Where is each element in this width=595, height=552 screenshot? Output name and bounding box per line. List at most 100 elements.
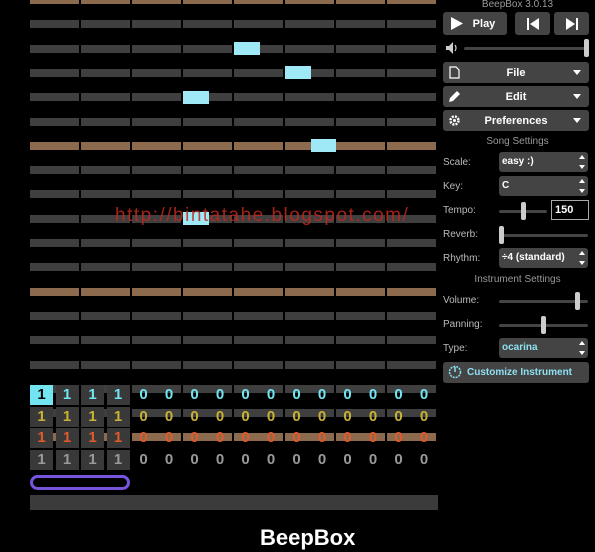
- bar-cell[interactable]: [234, 263, 283, 272]
- pattern-cell[interactable]: 0: [336, 428, 359, 448]
- horizontal-scrollbar[interactable]: [30, 495, 438, 510]
- bar-cell[interactable]: [387, 311, 436, 320]
- note-block[interactable]: [310, 139, 336, 153]
- customize-instrument-button[interactable]: Customize Instrument: [443, 362, 589, 383]
- bar-cell[interactable]: [30, 20, 79, 29]
- bar-cell[interactable]: [285, 263, 334, 272]
- bar-cell[interactable]: [132, 166, 181, 175]
- pattern-cell[interactable]: 0: [209, 407, 232, 427]
- bar-cell[interactable]: [234, 190, 283, 199]
- bar-cell[interactable]: [81, 20, 130, 29]
- pattern-cell[interactable]: 0: [234, 428, 257, 448]
- bar-cell[interactable]: [387, 263, 436, 272]
- note-block[interactable]: [183, 90, 209, 104]
- bar-cell[interactable]: [336, 360, 385, 369]
- bar-cell[interactable]: [81, 360, 130, 369]
- pattern-cell[interactable]: 0: [413, 407, 436, 427]
- bar-cell[interactable]: [336, 311, 385, 320]
- pattern-cell[interactable]: 1: [55, 449, 79, 470]
- bar-cell[interactable]: [81, 336, 130, 345]
- bar-cell[interactable]: [234, 287, 283, 296]
- bar-cell[interactable]: [81, 68, 130, 77]
- pattern-cell[interactable]: 1: [30, 449, 53, 470]
- bar-cell[interactable]: [285, 360, 334, 369]
- bar-cell[interactable]: [336, 239, 385, 247]
- pattern-cell[interactable]: 1: [81, 406, 104, 427]
- rhythm-select[interactable]: ÷4 (standard): [499, 248, 588, 268]
- pattern-cell[interactable]: 0: [362, 428, 385, 448]
- pitch-row[interactable]: [30, 68, 438, 77]
- pattern-cell[interactable]: 0: [234, 450, 257, 470]
- pattern-cell[interactable]: 0: [311, 385, 334, 405]
- bar-cell[interactable]: [234, 68, 283, 77]
- pattern-cell[interactable]: 1: [81, 428, 104, 448]
- master-volume-thumb[interactable]: [584, 39, 589, 57]
- pattern-cell[interactable]: 0: [387, 450, 410, 470]
- bar-cell[interactable]: [81, 287, 130, 296]
- bar-cell[interactable]: [132, 190, 181, 199]
- master-volume-slider[interactable]: [464, 47, 589, 50]
- bar-cell[interactable]: [285, 20, 334, 29]
- instrument-type-select[interactable]: ocarina: [499, 338, 588, 358]
- next-bar-button[interactable]: [554, 12, 589, 35]
- tempo-input[interactable]: 150: [551, 200, 589, 220]
- bar-cell[interactable]: [234, 311, 283, 320]
- pattern-cell[interactable]: 1: [30, 385, 53, 405]
- pattern-cell[interactable]: 0: [311, 450, 334, 470]
- bar-cell[interactable]: [234, 360, 283, 369]
- pattern-cell[interactable]: 1: [55, 385, 79, 405]
- file-menu[interactable]: File: [443, 62, 589, 83]
- bar-cell[interactable]: [336, 263, 385, 272]
- pattern-cell[interactable]: 0: [387, 407, 410, 427]
- bar-cell[interactable]: [387, 44, 436, 53]
- bar-cell[interactable]: [183, 117, 232, 126]
- pattern-cell[interactable]: 0: [285, 385, 308, 405]
- pattern-cell[interactable]: 0: [413, 450, 436, 470]
- tempo-thumb[interactable]: [520, 202, 526, 220]
- bar-cell[interactable]: [132, 117, 181, 126]
- bar-cell[interactable]: [183, 68, 232, 77]
- pattern-cell[interactable]: 0: [209, 428, 232, 448]
- reverb-slider[interactable]: [499, 234, 588, 237]
- key-select[interactable]: C: [499, 176, 588, 196]
- bar-cell[interactable]: [30, 239, 79, 247]
- bar-cell[interactable]: [387, 0, 436, 4]
- bar-cell[interactable]: [387, 141, 436, 150]
- pattern-cell[interactable]: 0: [183, 385, 206, 405]
- bar-cell[interactable]: [183, 166, 232, 175]
- bar-cell[interactable]: [285, 93, 334, 102]
- bar-cell[interactable]: [285, 117, 334, 126]
- bar-cell[interactable]: [81, 44, 130, 53]
- bar-cell[interactable]: [132, 44, 181, 53]
- pitch-row[interactable]: [30, 263, 438, 272]
- bar-cell[interactable]: [285, 0, 334, 4]
- bar-cell[interactable]: [387, 20, 436, 29]
- bar-cell[interactable]: [81, 190, 130, 199]
- pattern-cell[interactable]: 1: [55, 428, 79, 448]
- bar-cell[interactable]: [387, 287, 436, 296]
- pattern-cell[interactable]: 0: [413, 385, 436, 405]
- bar-cell[interactable]: [234, 239, 283, 247]
- pattern-cell[interactable]: 0: [260, 407, 283, 427]
- bar-cell[interactable]: [30, 336, 79, 345]
- bar-cell[interactable]: [30, 263, 79, 272]
- pattern-cell[interactable]: 1: [30, 428, 53, 448]
- pattern-cell[interactable]: 1: [106, 428, 130, 448]
- pitch-row[interactable]: [30, 0, 438, 4]
- bar-cell[interactable]: [387, 166, 436, 175]
- instrument-volume-thumb[interactable]: [574, 292, 580, 310]
- bar-cell[interactable]: [81, 263, 130, 272]
- pattern-cell[interactable]: 0: [158, 385, 181, 405]
- pattern-cell[interactable]: 0: [413, 428, 436, 448]
- note-block[interactable]: [234, 42, 260, 56]
- pitch-row[interactable]: [30, 190, 438, 199]
- bar-cell[interactable]: [336, 117, 385, 126]
- bar-cell[interactable]: [234, 336, 283, 345]
- pattern-cell[interactable]: 0: [132, 407, 155, 427]
- bar-cell[interactable]: [81, 117, 130, 126]
- pattern-cell[interactable]: 0: [183, 407, 206, 427]
- bar-cell[interactable]: [30, 190, 79, 199]
- bar-cell[interactable]: [183, 190, 232, 199]
- bar-cell[interactable]: [285, 44, 334, 53]
- edit-menu[interactable]: Edit: [443, 86, 589, 107]
